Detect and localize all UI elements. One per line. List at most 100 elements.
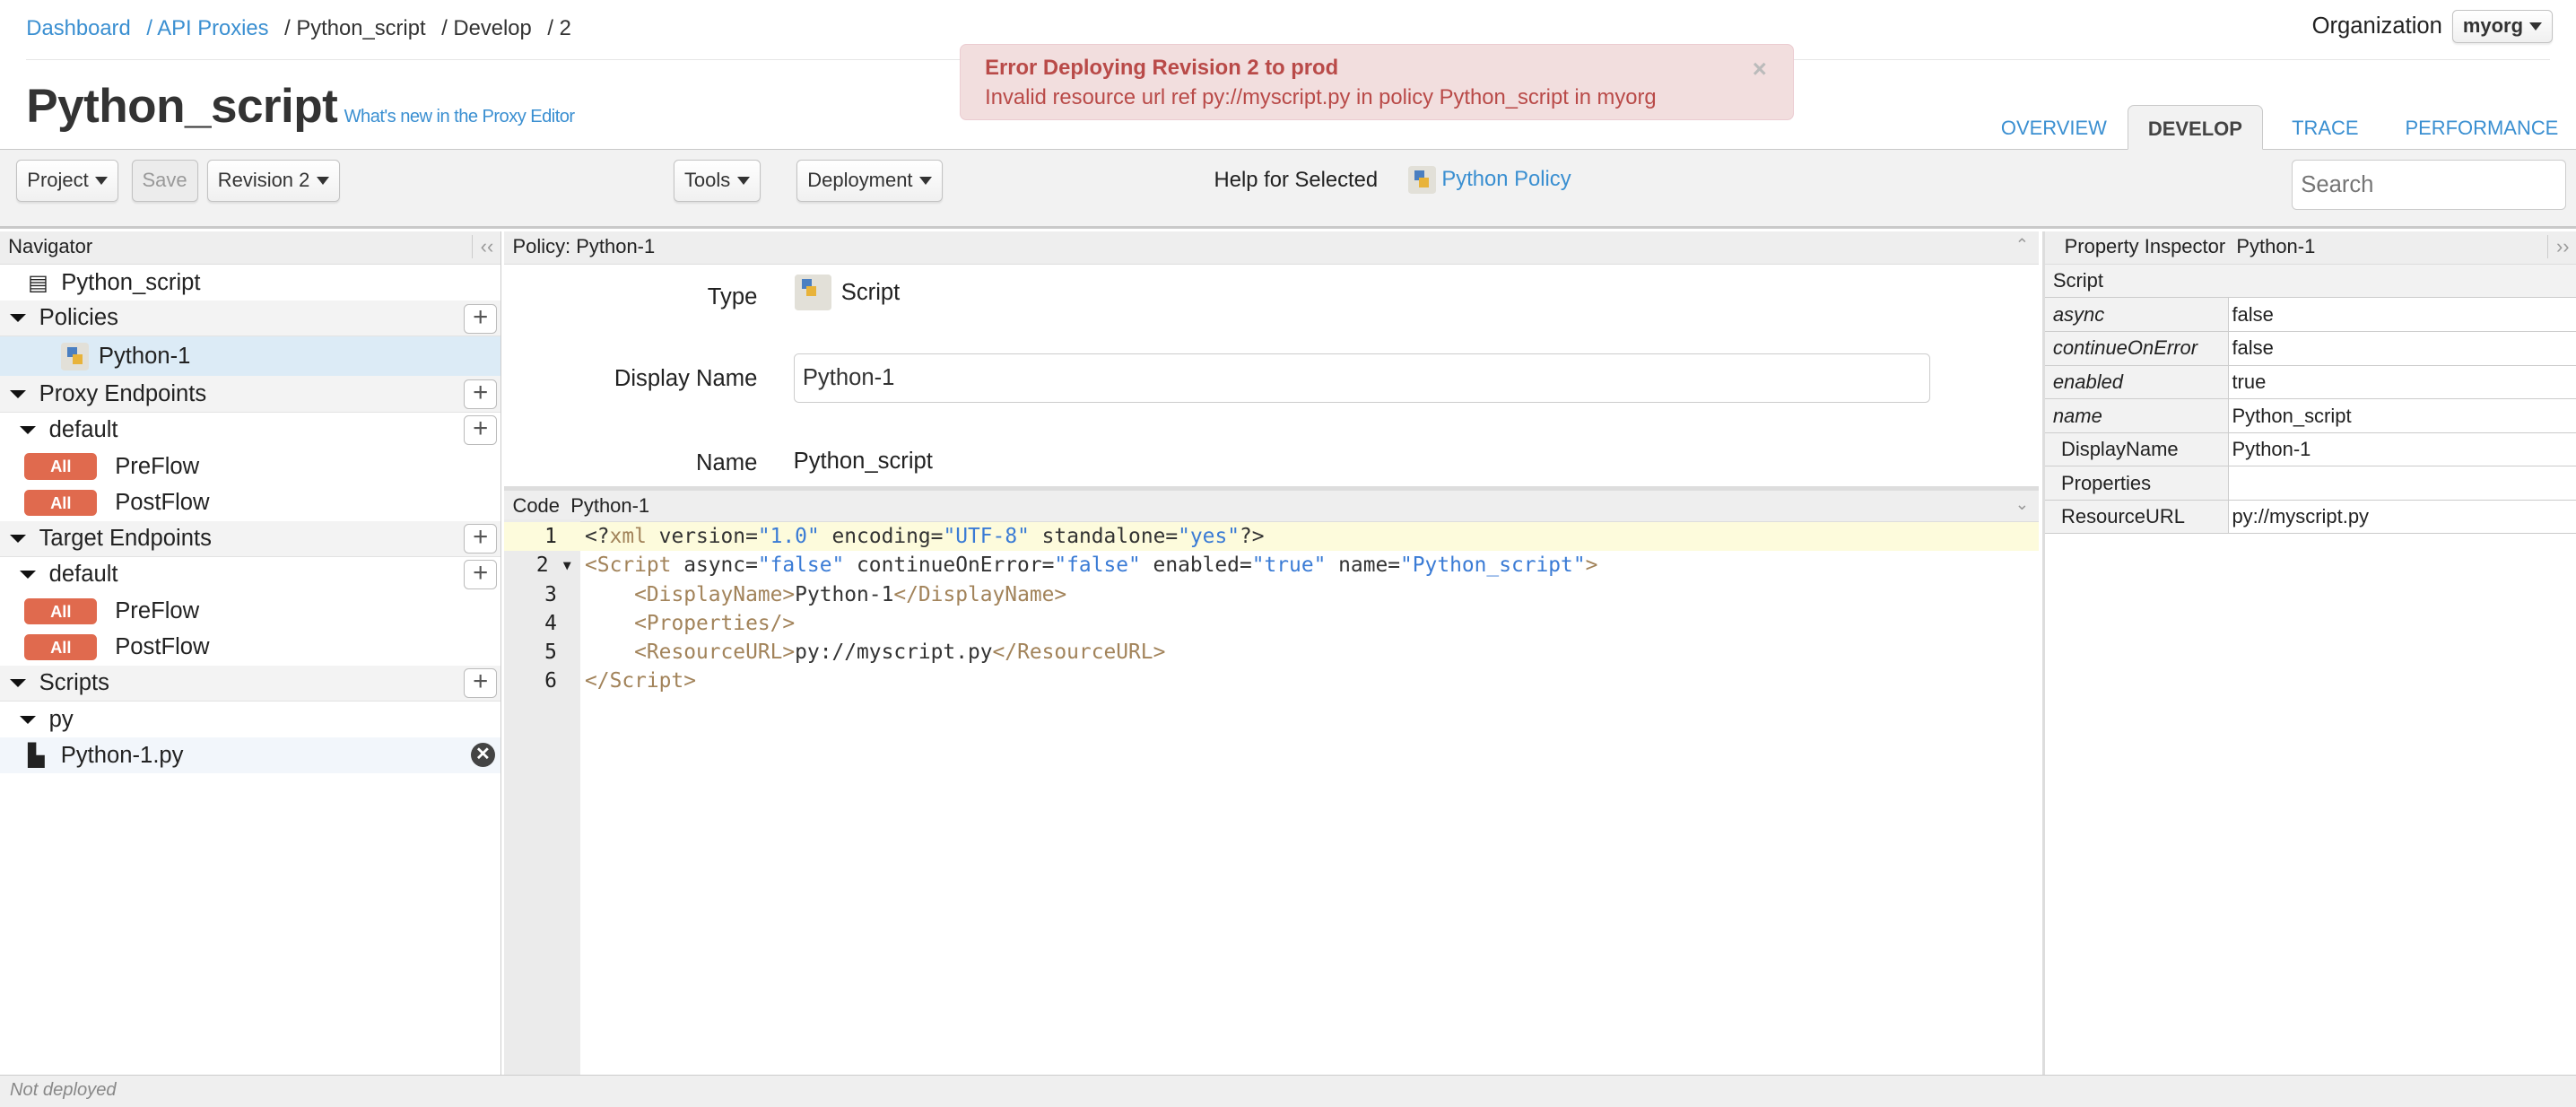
save-button[interactable]: Save xyxy=(131,159,198,203)
property-inspector: Property Inspector Python-1 ›› Script asy… xyxy=(2041,231,2576,1075)
inspector-row[interactable]: Properties xyxy=(2044,466,2576,501)
nav-policy-python-1[interactable]: Python-1 xyxy=(0,336,500,377)
tab-overview[interactable]: OVERVIEW xyxy=(2001,117,2107,140)
all-badge: All xyxy=(24,633,98,661)
property-value[interactable]: Python_script xyxy=(2229,399,2576,432)
tab-develop[interactable]: DEVELOP xyxy=(2127,105,2263,150)
tools-label: Tools xyxy=(683,169,731,192)
code-text: </Script> xyxy=(585,667,696,695)
nav-default-label: default xyxy=(48,562,118,588)
code-line[interactable]: 4 <Properties/> xyxy=(504,609,2039,638)
nav-section-proxy-endpoints[interactable]: Proxy Endpoints + xyxy=(0,376,500,413)
property-key: Properties xyxy=(2044,466,2229,500)
property-value[interactable]: false xyxy=(2229,298,2576,331)
status-bar: Not deployed xyxy=(0,1074,2576,1107)
property-value[interactable] xyxy=(2229,466,2576,500)
inspector-row[interactable]: name Python_script xyxy=(2044,399,2576,433)
tab-performance[interactable]: PERFORMANCE xyxy=(2405,117,2558,140)
code-token: "yes" xyxy=(1178,525,1240,549)
help-link[interactable]: Python Policy xyxy=(1407,165,1571,195)
nav-proxy[interactable]: ▤ Python_script xyxy=(0,265,500,301)
inspector-row[interactable]: continueOnError false xyxy=(2044,331,2576,366)
breadcrumb: Dashboard / API Proxies / Python_script … xyxy=(26,16,581,41)
breadcrumb-dashboard[interactable]: Dashboard xyxy=(26,16,130,40)
caret-down-icon xyxy=(19,426,36,435)
nav-postflow-label: PostFlow xyxy=(115,489,210,515)
list-icon: ▤ xyxy=(28,270,48,295)
property-key: async xyxy=(2044,298,2229,331)
tab-trace[interactable]: TRACE xyxy=(2292,117,2358,140)
inspector-row[interactable]: ResourceURL py://myscript.py xyxy=(2044,500,2576,535)
navigator-panel: Navigator ‹‹ ▤ Python_script Policies + Pyt… xyxy=(0,231,501,1075)
nav-script-file-label: Python-1.py xyxy=(60,742,184,768)
chevron-down-icon xyxy=(2529,22,2543,31)
code-token: "UTF-8" xyxy=(943,525,1030,549)
code-line[interactable]: 2 ▾ <Script async="false" continueOnError… xyxy=(504,551,2039,580)
add-target-endpoint-button[interactable]: + xyxy=(464,524,497,554)
code-token: enabled= xyxy=(1140,554,1252,578)
nav-scripts-py[interactable]: py xyxy=(0,702,500,737)
code-line[interactable]: 3 <DisplayName>Python-1</DisplayName> xyxy=(504,580,2039,609)
navigator-header: Navigator ‹‹ xyxy=(0,231,500,265)
code-line[interactable]: 1 <?xml version="1.0" encoding="UTF-8" st… xyxy=(504,522,2039,552)
nav-section-scripts[interactable]: Scripts + xyxy=(0,665,500,702)
nav-proxy-preflow[interactable]: All PreFlow xyxy=(0,449,500,484)
add-script-button[interactable]: + xyxy=(464,668,497,699)
nav-proxy-postflow[interactable]: All PostFlow xyxy=(0,484,500,520)
project-button[interactable]: Project xyxy=(16,159,118,203)
code-line[interactable]: 5 <ResourceURL>py://myscript.py</Resourc… xyxy=(504,638,2039,667)
caret-down-icon xyxy=(9,534,26,543)
inspector-row[interactable]: async false xyxy=(2044,298,2576,332)
organization-select[interactable]: myorg xyxy=(2451,9,2554,43)
nav-policies-label: Policies xyxy=(39,305,118,331)
property-value[interactable]: false xyxy=(2229,332,2576,365)
code-token: "false" xyxy=(1054,554,1141,578)
revision-button[interactable]: Revision 2 xyxy=(206,159,340,203)
code-token: "false" xyxy=(757,554,845,578)
property-value[interactable]: true xyxy=(2229,366,2576,399)
nav-preflow-label: PreFlow xyxy=(115,597,200,623)
chevron-down-icon xyxy=(736,176,750,185)
add-proxy-endpoint-button[interactable]: + xyxy=(464,379,497,410)
property-value[interactable]: Python-1 xyxy=(2229,433,2576,466)
inspector-row[interactable]: enabled true xyxy=(2044,365,2576,400)
type-value-text: Script xyxy=(840,279,901,305)
python-icon xyxy=(1407,165,1436,195)
nav-script-file[interactable]: ▙ Python-1.py ✕ xyxy=(0,737,500,774)
deployment-label: Deployment xyxy=(807,169,913,192)
breadcrumb-api-proxies[interactable]: / API Proxies xyxy=(146,16,268,40)
nav-section-policies[interactable]: Policies + xyxy=(0,301,500,337)
code-editor[interactable]: Code Python-1 ⌄ 1 <?xml version="1.0" enco… xyxy=(504,486,2039,1075)
property-key: name xyxy=(2044,399,2229,432)
code-line[interactable]: 6 </Script> xyxy=(504,667,2039,695)
code-text: <Properties/> xyxy=(585,609,795,638)
deployment-button[interactable]: Deployment xyxy=(796,159,943,203)
add-policy-button[interactable]: + xyxy=(464,304,497,334)
nav-py-label: py xyxy=(48,706,74,732)
all-badge: All xyxy=(24,597,98,624)
inspector-rows: async false continueOnError false enabled tru… xyxy=(2044,298,2576,535)
collapse-up-icon[interactable]: ⌃ xyxy=(2015,235,2029,255)
inspector-row[interactable]: DisplayName Python-1 xyxy=(2044,432,2576,467)
add-flow-button[interactable]: + xyxy=(464,560,497,590)
close-icon[interactable]: × xyxy=(1753,55,1767,84)
nav-proxy-default[interactable]: default + xyxy=(0,413,500,449)
expand-icon[interactable]: ›› xyxy=(2546,234,2570,258)
nav-target-preflow[interactable]: All PreFlow xyxy=(0,593,500,629)
caret-down-icon xyxy=(9,314,26,323)
nav-target-postflow[interactable]: All PostFlow xyxy=(0,629,500,665)
collapse-down-icon[interactable]: ⌄ xyxy=(2015,494,2029,514)
tools-button[interactable]: Tools xyxy=(673,159,761,203)
add-flow-button[interactable]: + xyxy=(464,415,497,446)
nav-target-default[interactable]: default + xyxy=(0,557,500,593)
caret-down-icon xyxy=(9,678,26,687)
collapse-icon[interactable]: ‹‹ xyxy=(471,234,493,258)
property-value[interactable]: py://myscript.py xyxy=(2229,501,2576,534)
nav-section-target-endpoints[interactable]: Target Endpoints + xyxy=(0,520,500,557)
remove-icon[interactable]: ✕ xyxy=(470,742,496,768)
line-number: 2 ▾ xyxy=(535,554,574,578)
display-name-input[interactable] xyxy=(793,353,1931,403)
search-input[interactable] xyxy=(2292,159,2566,211)
